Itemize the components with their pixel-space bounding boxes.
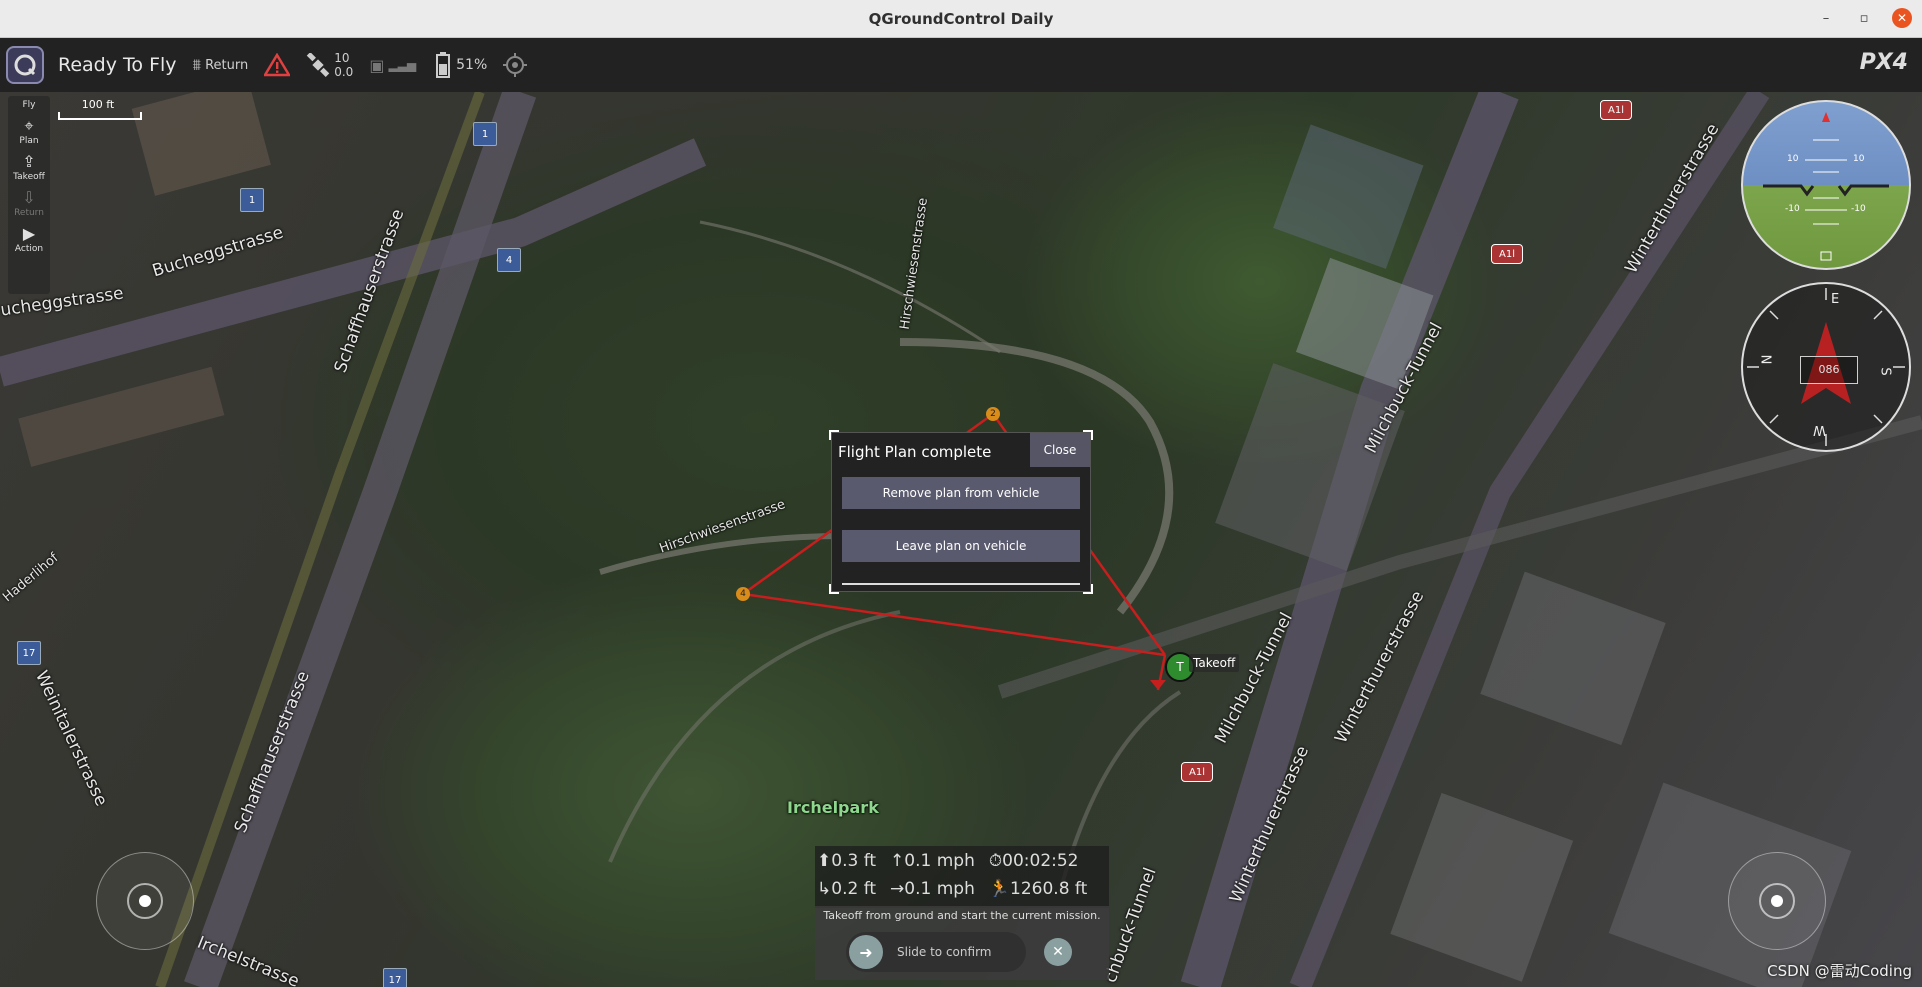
compass-s: S <box>1877 367 1893 376</box>
confirm-message: Takeoff from ground and start the curren… <box>823 909 1101 922</box>
leave-plan-button[interactable]: Leave plan on vehicle <box>842 530 1080 562</box>
pitch-label: -10 <box>1785 204 1800 214</box>
vertical-speed-value: ↑0.1 mph <box>890 851 975 871</box>
takeoff-label: Takeoff <box>1189 654 1240 672</box>
close-window-icon[interactable]: ✕ <box>1892 8 1912 28</box>
attitude-indicator: 10 10 -10 -10 <box>1741 100 1911 270</box>
compass-e: E <box>1831 292 1840 307</box>
plan-icon: ⌖ <box>24 116 34 135</box>
remove-plan-button[interactable]: Remove plan from vehicle <box>842 477 1080 509</box>
tool-label: Fly <box>22 100 36 110</box>
joystick-thumb[interactable] <box>127 883 163 919</box>
dialog-corner <box>829 430 839 440</box>
motorway-badge: A1l <box>1600 100 1632 120</box>
attitude-scale <box>1763 112 1889 261</box>
action-icon: ▶ <box>22 224 36 243</box>
heading-readout: 086 <box>1800 356 1858 384</box>
pitch-label: 10 <box>1853 154 1865 164</box>
park-label: Irchelpark <box>787 798 879 817</box>
tool-fly[interactable]: Fly <box>22 100 35 110</box>
qgc-logo-icon[interactable] <box>6 46 44 84</box>
main-toolbar: Ready To Fly ⩩ Return 10 0.0 ▣ ▂▃▅ 51% P… <box>0 38 1922 92</box>
satellite-count: 10 <box>334 51 350 65</box>
rc-rssi-indicator[interactable]: ▣ ▂▃▅ <box>369 56 420 75</box>
compass-w: W <box>1813 422 1826 437</box>
flight-time-value: ⏱00:02:52 <box>988 851 1079 871</box>
vehicle-status[interactable]: Ready To Fly <box>58 54 177 76</box>
signal-bars-icon: ▂▃▅ <box>388 58 417 72</box>
return-icon: ⇩ <box>22 188 36 207</box>
compass-n: N <box>1760 354 1776 365</box>
pitch-label: -10 <box>1851 204 1866 214</box>
route-badge: 1 <box>240 188 264 212</box>
telemetry-panel: ⬆0.3 ft ↑0.1 mph ⏱00:02:52 ↳0.2 ft →0.1 … <box>815 846 1109 908</box>
route-badge: 4 <box>497 248 521 272</box>
rc-transmitter-icon: ▣ <box>369 55 385 75</box>
window-title: QGroundControl Daily <box>868 9 1054 28</box>
window-controls: – ▫ ✕ <box>1816 8 1912 28</box>
minimize-icon[interactable]: – <box>1816 8 1836 28</box>
cancel-icon[interactable]: ✕ <box>1044 938 1072 966</box>
satellite-hdop: 0.0 <box>334 65 354 79</box>
px4-logo: PX4 <box>1859 50 1908 75</box>
tool-takeoff[interactable]: ⇪ Takeoff <box>13 152 45 182</box>
home-altitude-value: ↳0.2 ft <box>817 879 877 899</box>
tool-plan[interactable]: ⌖ Plan <box>19 116 38 146</box>
gps-lock-indicator[interactable] <box>503 53 528 77</box>
waypoint-marker[interactable]: 2 <box>986 407 1000 421</box>
dialog-divider <box>842 583 1080 585</box>
altitude-value: ⬆0.3 ft <box>817 851 877 871</box>
waypoint-marker[interactable]: 4 <box>736 587 750 601</box>
flight-mode[interactable]: ⩩ Return <box>193 55 249 75</box>
right-joystick[interactable] <box>1728 852 1826 950</box>
tool-return[interactable]: ⇩ Return <box>14 188 44 218</box>
dialog-corner <box>829 584 839 594</box>
motorway-badge: A1l <box>1491 244 1523 264</box>
warning-icon <box>264 53 291 77</box>
crosshair-icon <box>503 53 528 77</box>
satellite-icon <box>306 53 330 77</box>
route-badge: 1 <box>473 122 497 146</box>
slider-arrow-icon[interactable]: ➜ <box>849 935 883 969</box>
tool-action[interactable]: ▶ Action <box>15 224 43 254</box>
battery-indicator[interactable]: 51% <box>436 52 487 78</box>
map-scale-label: 100 ft <box>81 98 115 111</box>
tool-label: Return <box>14 208 44 218</box>
watermark: CSDN @雷动Coding <box>1767 962 1912 980</box>
tool-label: Takeoff <box>13 172 45 182</box>
maximize-icon[interactable]: ▫ <box>1854 8 1874 28</box>
takeoff-icon: ⇪ <box>22 152 36 171</box>
map-scale-bar <box>58 112 142 120</box>
motorway-badge: A1l <box>1181 762 1213 782</box>
window-titlebar: QGroundControl Daily – ▫ ✕ <box>0 0 1922 38</box>
left-joystick[interactable] <box>96 852 194 950</box>
pitch-label: 10 <box>1787 154 1799 164</box>
flight-mode-label: Return <box>205 57 249 73</box>
flight-plan-complete-dialog: Flight Plan complete Close Remove plan f… <box>829 430 1093 594</box>
compass-indicator: N E S W 086 <box>1741 282 1911 452</box>
battery-percent: 51% <box>456 57 488 73</box>
gps-indicator[interactable]: 10 0.0 <box>306 51 353 79</box>
dialog-title: Flight Plan complete <box>838 443 992 461</box>
slider-label: Slide to confirm <box>897 945 992 959</box>
route-badge: 17 <box>17 641 41 665</box>
dialog-corner <box>1083 584 1093 594</box>
tool-label: Action <box>14 244 44 254</box>
joystick-thumb[interactable] <box>1759 883 1795 919</box>
slide-to-confirm[interactable]: ➜ Slide to confirm <box>846 932 1026 972</box>
tool-label: Plan <box>19 136 39 146</box>
battery-icon <box>436 52 451 78</box>
flight-mode-icon: ⩩ <box>192 55 202 74</box>
fly-toolstrip: Fly ⌖ Plan ⇪ Takeoff ⇩ Return ▶ Action <box>8 96 50 294</box>
warning-indicator[interactable] <box>264 53 291 77</box>
dialog-close-button[interactable]: Close <box>1030 433 1090 467</box>
guided-action-confirm: Takeoff from ground and start the curren… <box>815 906 1109 980</box>
distance-value: 🏃1260.8 ft <box>988 879 1088 899</box>
route-badge: 17 <box>383 968 407 987</box>
map-scale: 100 ft <box>58 98 178 120</box>
horizontal-speed-value: →0.1 mph <box>890 879 975 899</box>
